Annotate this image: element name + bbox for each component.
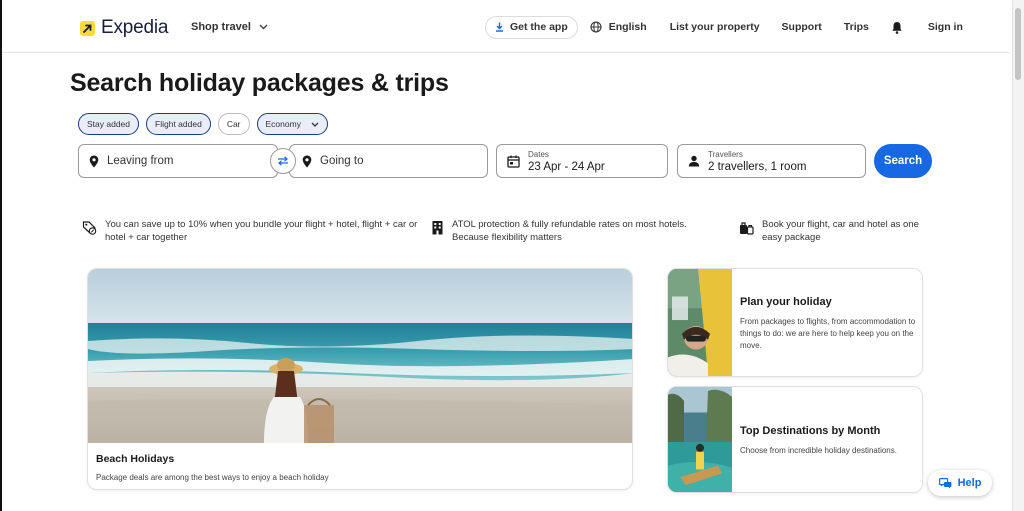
chevron-down-icon — [259, 24, 268, 30]
building-icon — [431, 220, 444, 244]
logo-arrow-icon — [80, 20, 95, 36]
hero-title: Beach Holidays — [96, 453, 175, 465]
chevron-down-icon — [311, 122, 319, 127]
benefit-bundle-savings: You can save up to 10% when you bundle y… — [82, 218, 422, 244]
expedia-logo[interactable]: Expedia — [80, 17, 168, 39]
chip-car[interactable]: Car — [217, 113, 250, 135]
beach-photo — [88, 269, 632, 443]
benefit-atol-protection: ATOL protection & fully refundable rates… — [431, 218, 721, 244]
sign-in-link[interactable]: Sign in — [928, 21, 963, 33]
swap-locations-button[interactable] — [270, 148, 296, 174]
get-app-label: Get the app — [510, 21, 568, 33]
going-to-placeholder: Going to — [320, 155, 364, 167]
chat-bubbles-icon — [938, 477, 951, 489]
calendar-icon — [507, 155, 520, 168]
language-selector[interactable]: English — [590, 21, 647, 33]
planning-photo — [668, 269, 732, 376]
map-pin-icon — [302, 155, 312, 168]
card-description: From packages to flights, from accommoda… — [740, 317, 916, 350]
chip-stay[interactable]: Stay added — [78, 113, 140, 135]
swap-arrows-icon — [278, 156, 288, 166]
top-destinations-card[interactable]: Top Destinations by Month Choose from in… — [667, 386, 923, 493]
globe-icon — [590, 21, 602, 33]
plan-your-holiday-card[interactable]: Plan your holiday From packages to fligh… — [667, 268, 923, 377]
card-description: Choose from incredible holiday destinati… — [740, 446, 897, 455]
dates-content: Dates 23 Apr - 24 Apr — [528, 150, 605, 173]
scrollbar[interactable] — [1012, 0, 1024, 511]
package-type-chips: Stay added Flight added Car Economy — [78, 113, 328, 135]
luggage-icon — [739, 220, 754, 244]
dates-field[interactable]: Dates 23 Apr - 24 Apr — [496, 144, 668, 178]
travellers-value: 2 travellers, 1 room — [708, 160, 807, 173]
travellers-label: Travellers — [708, 149, 743, 159]
card-title: Plan your holiday — [740, 296, 832, 308]
logo-text: Expedia — [101, 17, 169, 38]
dates-label: Dates — [528, 149, 549, 159]
help-button[interactable]: Help — [928, 470, 992, 496]
tag-percent-icon — [82, 220, 97, 244]
bell-icon[interactable] — [891, 21, 903, 34]
leaving-from-placeholder: Leaving from — [107, 155, 174, 167]
download-icon — [496, 22, 503, 32]
support-link[interactable]: Support — [782, 21, 822, 33]
benefit-text: You can save up to 10% when you bundle y… — [105, 219, 418, 243]
dates-value: 23 Apr - 24 Apr — [528, 160, 605, 173]
person-icon — [688, 155, 700, 167]
window-edge — [0, 0, 2, 511]
shop-travel-label: Shop travel — [191, 21, 251, 33]
cabin-class-dropdown[interactable]: Economy — [256, 113, 328, 135]
map-pin-icon — [89, 155, 99, 168]
shop-travel-menu[interactable]: Shop travel — [191, 21, 268, 33]
benefit-easy-package: Book your flight, car and hotel as one e… — [739, 218, 939, 244]
chip-flight[interactable]: Flight added — [146, 113, 211, 135]
page-title: Search holiday packages & trips — [70, 69, 449, 97]
help-label: Help — [957, 477, 982, 489]
language-label: English — [608, 21, 647, 33]
beach-holidays-card[interactable]: Beach Holidays Package deals are among t… — [87, 268, 633, 490]
search-button[interactable]: Search — [874, 144, 932, 178]
trips-link[interactable]: Trips — [844, 21, 869, 33]
benefit-text: Book your flight, car and hotel as one e… — [762, 219, 919, 243]
travellers-field[interactable]: Travellers 2 travellers, 1 room — [677, 144, 866, 178]
going-to-field[interactable]: Going to — [289, 144, 488, 178]
get-the-app-button[interactable]: Get the app — [485, 15, 578, 39]
nav-right-group: Get the app English List your property S… — [485, 15, 963, 39]
hero-description: Package deals are among the best ways to… — [96, 473, 329, 482]
destination-photo — [668, 387, 732, 492]
card-title: Top Destinations by Month — [740, 425, 881, 437]
top-nav: Expedia Shop travel Get the app English … — [2, 0, 1010, 53]
benefit-text: ATOL protection & fully refundable rates… — [452, 219, 687, 243]
list-property-link[interactable]: List your property — [670, 21, 760, 33]
travellers-content: Travellers 2 travellers, 1 room — [708, 150, 806, 173]
cabin-class-label: Economy — [265, 119, 301, 129]
scrollbar-thumb[interactable] — [1015, 8, 1021, 80]
leaving-from-field[interactable]: Leaving from — [78, 144, 278, 178]
